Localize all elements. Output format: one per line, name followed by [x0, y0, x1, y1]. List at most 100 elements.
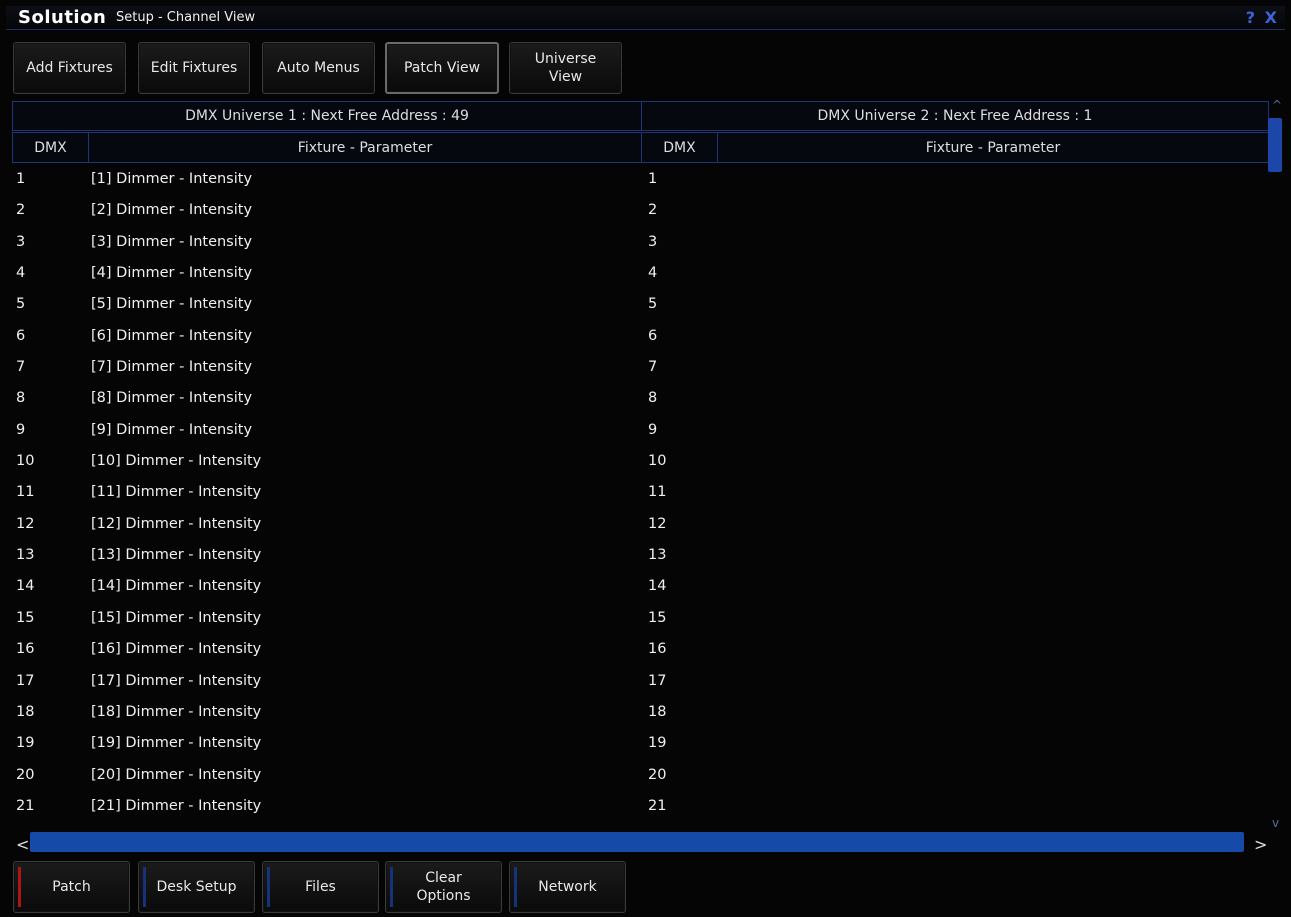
clear-options-label-line2: Options — [416, 888, 471, 904]
table-row[interactable]: 11 [11] Dimmer - Intensity 11 — [12, 478, 1264, 509]
title-bar: Solution Setup - Channel View ? X — [6, 6, 1285, 30]
u2-dmx-cell: 3 — [648, 233, 658, 250]
table-row[interactable]: 14 [14] Dimmer - Intensity 14 — [12, 572, 1264, 603]
u1-dmx-cell: 8 — [16, 390, 26, 407]
u1-dmx-cell: 2 — [16, 202, 26, 219]
u1-dmx-cell: 7 — [16, 359, 26, 376]
u1-dmx-cell: 5 — [16, 296, 26, 313]
u1-fixture-cell: [16] Dimmer - Intensity — [91, 641, 262, 658]
desk-setup-button[interactable]: Desk Setup — [138, 861, 255, 913]
table-row[interactable]: 15 [15] Dimmer - Intensity 15 — [12, 604, 1264, 635]
table-row[interactable]: 13 [13] Dimmer - Intensity 13 — [12, 541, 1264, 572]
table-row[interactable]: 5 [5] Dimmer - Intensity 5 — [12, 290, 1264, 321]
table-row[interactable]: 3 [3] Dimmer - Intensity 3 — [12, 228, 1264, 259]
universe-1-header: DMX Universe 1 : Next Free Address : 49 — [12, 101, 642, 131]
u1-fixture-cell: [5] Dimmer - Intensity — [91, 296, 253, 313]
u2-fixture-column-header[interactable]: Fixture - Parameter — [717, 132, 1269, 163]
table-row[interactable]: 21 [21] Dimmer - Intensity 21 — [12, 792, 1264, 823]
u1-dmx-cell: 20 — [16, 766, 35, 783]
patch-view-button[interactable]: Patch View — [385, 42, 499, 94]
u2-dmx-cell: 7 — [648, 359, 658, 376]
vertical-scroll-thumb[interactable] — [1268, 118, 1282, 172]
table-row[interactable]: 1 [1] Dimmer - Intensity 1 — [12, 165, 1264, 196]
close-icon[interactable]: X — [1265, 8, 1277, 27]
u2-dmx-cell: 5 — [648, 296, 658, 313]
table-row[interactable]: 17 [17] Dimmer - Intensity 17 — [12, 667, 1264, 698]
u1-fixture-column-header[interactable]: Fixture - Parameter — [88, 132, 642, 163]
u1-fixture-cell: [6] Dimmer - Intensity — [91, 327, 253, 344]
u1-fixture-cell: [21] Dimmer - Intensity — [91, 797, 262, 814]
table-row[interactable]: 4 [4] Dimmer - Intensity 4 — [12, 259, 1264, 290]
help-icon[interactable]: ? — [1246, 8, 1255, 27]
u1-dmx-column-header[interactable]: DMX — [12, 132, 89, 163]
table-row[interactable]: 9 [9] Dimmer - Intensity 9 — [12, 416, 1264, 447]
scroll-left-icon[interactable]: < — [16, 835, 29, 854]
u2-fixture-column-label: Fixture - Parameter — [925, 139, 1061, 156]
table-row[interactable]: 6 [6] Dimmer - Intensity 6 — [12, 322, 1264, 353]
clear-options-button[interactable]: Clear Options — [385, 861, 502, 913]
files-label: Files — [305, 879, 336, 895]
patch-view-label: Patch View — [403, 60, 481, 76]
table-row[interactable]: 10 [10] Dimmer - Intensity 10 — [12, 447, 1264, 478]
u1-dmx-cell: 9 — [16, 421, 26, 438]
u2-dmx-cell: 12 — [648, 515, 667, 532]
add-fixtures-button[interactable]: Add Fixtures — [13, 42, 126, 94]
u2-dmx-cell: 13 — [648, 547, 667, 564]
u1-fixture-cell: [14] Dimmer - Intensity — [91, 578, 262, 595]
table-row[interactable]: 18 [18] Dimmer - Intensity 18 — [12, 698, 1264, 729]
horizontal-scrollbar[interactable] — [30, 832, 1244, 852]
u1-dmx-cell: 1 — [16, 171, 26, 187]
network-button[interactable]: Network — [509, 861, 626, 913]
u2-dmx-column-header[interactable]: DMX — [641, 132, 718, 163]
table-row[interactable]: 16 [16] Dimmer - Intensity 16 — [12, 635, 1264, 666]
network-indicator — [514, 867, 517, 907]
u1-dmx-cell: 17 — [16, 672, 35, 689]
patch-button[interactable]: Patch — [13, 861, 130, 913]
u1-dmx-cell: 12 — [16, 515, 35, 532]
table-row[interactable]: 20 [20] Dimmer - Intensity 20 — [12, 761, 1264, 792]
u1-dmx-cell: 11 — [16, 484, 35, 501]
universe-1-header-text: DMX Universe 1 : Next Free Address : 49 — [185, 108, 469, 124]
u1-fixture-cell: [15] Dimmer - Intensity — [91, 609, 262, 626]
patch-table: 1 [1] Dimmer - Intensity 1 2 [2] Dimmer - In… — [12, 165, 1264, 823]
u1-fixture-column-label: Fixture - Parameter — [297, 139, 433, 156]
universe-view-label-line2: View — [548, 69, 583, 85]
u1-dmx-column-label: DMX — [34, 139, 67, 156]
universe-view-label-line1: Universe — [534, 51, 597, 67]
table-row[interactable]: 2 [2] Dimmer - Intensity 2 — [12, 196, 1264, 227]
setup-window: Solution Setup - Channel View ? X Add Fi… — [0, 0, 1291, 917]
files-button[interactable]: Files — [262, 861, 379, 913]
u1-fixture-cell: [18] Dimmer - Intensity — [91, 703, 262, 720]
universe-2-header: DMX Universe 2 : Next Free Address : 1 — [641, 101, 1269, 131]
desk-setup-indicator — [143, 867, 146, 907]
table-row[interactable]: 8 [8] Dimmer - Intensity 8 — [12, 384, 1264, 415]
scroll-down-icon[interactable]: v — [1272, 816, 1279, 830]
scroll-up-icon[interactable]: ^ — [1272, 98, 1282, 112]
table-row[interactable]: 7 [7] Dimmer - Intensity 7 — [12, 353, 1264, 384]
u2-dmx-cell: 16 — [648, 641, 667, 658]
u1-fixture-cell: [4] Dimmer - Intensity — [91, 265, 253, 282]
vertical-scrollbar[interactable] — [1268, 101, 1282, 831]
table-row[interactable]: 12 [12] Dimmer - Intensity 12 — [12, 510, 1264, 541]
edit-fixtures-button[interactable]: Edit Fixtures — [138, 42, 250, 94]
u2-dmx-cell: 15 — [648, 609, 667, 626]
u2-dmx-cell: 6 — [648, 327, 658, 344]
scroll-right-icon[interactable]: > — [1254, 835, 1267, 854]
u2-dmx-cell: 4 — [648, 265, 658, 282]
u2-dmx-cell: 20 — [648, 766, 667, 783]
brand-logo: Solution — [18, 7, 107, 28]
u1-dmx-cell: 13 — [16, 547, 35, 564]
clear-options-label-line1: Clear — [425, 870, 462, 886]
u1-dmx-cell: 4 — [16, 265, 26, 282]
u1-dmx-cell: 16 — [16, 641, 35, 658]
table-row[interactable]: 19 [19] Dimmer - Intensity 19 — [12, 729, 1264, 760]
add-fixtures-label: Add Fixtures — [26, 60, 113, 76]
u1-dmx-cell: 10 — [16, 453, 35, 470]
patch-label: Patch — [52, 879, 91, 895]
u1-fixture-cell: [13] Dimmer - Intensity — [91, 547, 262, 564]
auto-menus-button[interactable]: Auto Menus — [262, 42, 375, 94]
u1-fixture-cell: [8] Dimmer - Intensity — [91, 390, 253, 407]
universe-view-button[interactable]: Universe View — [509, 42, 622, 94]
edit-fixtures-label: Edit Fixtures — [150, 60, 238, 76]
u2-dmx-cell: 10 — [648, 453, 667, 470]
